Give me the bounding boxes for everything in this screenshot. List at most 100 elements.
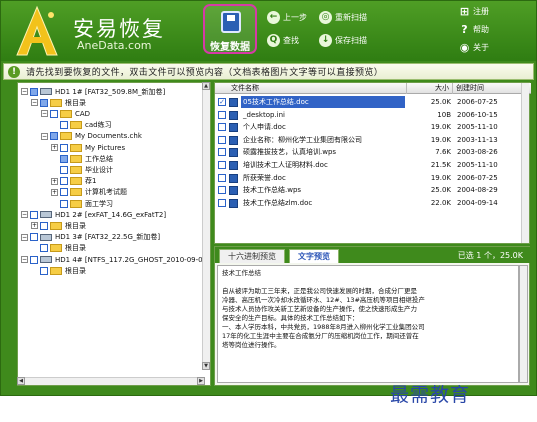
file-size: 21.5K bbox=[430, 161, 451, 169]
file-checkbox[interactable] bbox=[218, 186, 226, 195]
tree-node[interactable]: cad练习 bbox=[51, 120, 112, 131]
recover-data-label: 恢复数据 bbox=[210, 42, 250, 53]
file-row[interactable]: 个人申请.doc 19.0K 2005-11-10 bbox=[215, 121, 531, 133]
document-icon bbox=[229, 161, 238, 170]
file-checkbox[interactable] bbox=[218, 198, 226, 207]
tree-node[interactable]: + My Pictures bbox=[51, 142, 125, 153]
register-button[interactable]: ⊞ 注册 bbox=[459, 5, 489, 18]
message-text: 请先找到要恢复的文件，双击文件可以预览内容（文档表格图片文字等可以直接预览） bbox=[26, 68, 384, 78]
collapse-icon[interactable]: − bbox=[21, 88, 28, 95]
help-button[interactable]: ? 帮助 bbox=[459, 23, 489, 36]
tree-checkbox[interactable] bbox=[40, 244, 48, 253]
find-label: 查找 bbox=[283, 36, 299, 45]
file-checkbox[interactable] bbox=[218, 148, 226, 157]
tree-checkbox[interactable] bbox=[30, 255, 38, 264]
tree-checkbox[interactable] bbox=[40, 221, 48, 230]
expand-icon[interactable]: + bbox=[51, 177, 58, 185]
scroll-left-icon[interactable]: ◀ bbox=[17, 377, 25, 385]
file-checkbox[interactable] bbox=[218, 161, 226, 169]
tree-checkbox[interactable] bbox=[60, 121, 68, 130]
tree-checkbox[interactable] bbox=[60, 165, 68, 174]
expand-icon[interactable]: + bbox=[51, 144, 58, 151]
file-checkbox[interactable]: ✓ bbox=[218, 98, 226, 106]
preview-vertical-scrollbar[interactable] bbox=[519, 265, 528, 383]
file-size: 25.0K bbox=[430, 98, 451, 106]
preview-line: 技术工作总结 bbox=[222, 269, 261, 277]
tree-checkbox[interactable] bbox=[30, 210, 38, 219]
tree-checkbox[interactable] bbox=[30, 233, 38, 242]
tree-node[interactable]: − 根目录 bbox=[31, 97, 86, 108]
column-date-header[interactable]: 创建时间 bbox=[453, 83, 523, 94]
tree-checkbox[interactable] bbox=[50, 132, 58, 141]
tree-node[interactable]: + 根目录 bbox=[31, 220, 86, 231]
tree-node[interactable]: + 荐1 bbox=[51, 176, 96, 187]
tab-text-preview[interactable]: 文字预览 bbox=[289, 249, 339, 263]
expand-icon[interactable]: + bbox=[51, 188, 58, 196]
tree-checkbox[interactable] bbox=[60, 154, 68, 163]
collapse-icon[interactable]: − bbox=[21, 211, 28, 219]
column-size-header[interactable]: 大小 bbox=[407, 83, 453, 94]
tree-node-label: 计算机考试题 bbox=[85, 188, 127, 197]
tree-vertical-scrollbar[interactable]: ▲ ▼ bbox=[202, 82, 210, 370]
file-date: 2005-11-10 bbox=[457, 161, 498, 169]
tree-checkbox[interactable] bbox=[30, 87, 38, 96]
tree-checkbox[interactable] bbox=[60, 177, 68, 186]
tree-node[interactable]: − HD1 2# [exFAT_14.6G_exFatT2] bbox=[21, 209, 166, 220]
collapse-icon[interactable]: − bbox=[41, 110, 48, 118]
collapse-icon[interactable]: − bbox=[31, 99, 38, 107]
file-list-vertical-scrollbar[interactable] bbox=[521, 83, 529, 243]
file-size: 7.6K bbox=[435, 148, 451, 157]
save-scan-button[interactable]: ↓ 保存扫描 bbox=[319, 34, 367, 47]
tree-checkbox[interactable] bbox=[60, 188, 68, 197]
file-row[interactable]: 培训技术工人证明材料.doc 21.5K 2005-11-10 bbox=[215, 159, 531, 171]
collapse-icon[interactable]: − bbox=[21, 233, 28, 241]
tab-hex-preview[interactable]: 十六进制预览 bbox=[219, 249, 285, 263]
collapse-icon[interactable]: − bbox=[21, 256, 28, 263]
file-size: 10B bbox=[437, 110, 451, 119]
tree-checkbox[interactable] bbox=[60, 143, 68, 152]
expand-icon[interactable]: + bbox=[31, 222, 38, 230]
tree-node-label: HD1 3# [FAT32_22.5G_新加卷] bbox=[55, 233, 161, 242]
tree-node[interactable]: 面工学习 bbox=[51, 198, 113, 209]
file-date: 2003-08-26 bbox=[457, 148, 498, 157]
tree-checkbox[interactable] bbox=[40, 98, 48, 107]
file-checkbox[interactable] bbox=[218, 123, 226, 132]
scroll-right-icon[interactable]: ▶ bbox=[197, 377, 205, 385]
tree-checkbox[interactable] bbox=[60, 199, 68, 208]
tree-horizontal-scrollbar[interactable]: ◀ ▶ bbox=[17, 377, 205, 385]
file-row[interactable]: 硕露推拔技艺，认真培训.wps 7.6K 2003-08-26 bbox=[215, 146, 531, 158]
tree-checkbox[interactable] bbox=[40, 266, 48, 275]
file-row[interactable]: _desktop.ini 10B 2006-10-15 bbox=[215, 109, 531, 121]
rescan-button[interactable]: ◎ 重新扫描 bbox=[319, 11, 367, 24]
file-row[interactable]: 技术工作总结.wps 25.0K 2004-08-29 bbox=[215, 184, 531, 196]
tree-node[interactable]: − HD1 3# [FAT32_22.5G_新加卷] bbox=[21, 232, 160, 243]
scroll-down-icon[interactable]: ▼ bbox=[202, 362, 210, 370]
tree-node[interactable]: − My Documents.chk bbox=[41, 131, 142, 142]
preview-pane: 十六进制预览 文字预览 已选 1 个，25.0K 技术工作总结 自从被评为助工三年… bbox=[214, 246, 531, 386]
file-row[interactable]: 企业名称：柳州化学工业集团有限公司 19.0K 2003-11-13 bbox=[215, 134, 531, 146]
tree-node[interactable]: 根目录 bbox=[31, 243, 86, 254]
file-checkbox[interactable] bbox=[218, 173, 226, 182]
file-checkbox[interactable] bbox=[218, 110, 226, 119]
tree-node[interactable]: 毕业设计 bbox=[51, 164, 113, 175]
file-row[interactable]: 技术工作总结zlm.doc 22.0K 2004-09-14 bbox=[215, 197, 531, 209]
file-row[interactable]: ✓ 05技术工作总结.doc 25.0K 2006-07-25 bbox=[215, 96, 531, 108]
scroll-up-icon[interactable]: ▲ bbox=[202, 82, 210, 90]
tree-node[interactable]: 根目录 bbox=[31, 265, 86, 276]
about-button[interactable]: ◉ 关于 bbox=[459, 41, 489, 54]
tree-checkbox[interactable] bbox=[50, 109, 58, 118]
file-checkbox[interactable] bbox=[218, 135, 226, 144]
recover-data-button[interactable]: 恢复数据 bbox=[203, 4, 257, 54]
collapse-icon[interactable]: − bbox=[41, 132, 48, 140]
prev-step-button[interactable]: ← 上一步 bbox=[267, 11, 307, 24]
tree-node[interactable]: 工作总结 bbox=[51, 153, 113, 164]
find-button[interactable]: Q 查找 bbox=[267, 34, 299, 47]
column-name-header[interactable]: 文件名称 bbox=[215, 83, 407, 94]
tree-node[interactable]: + 计算机考试题 bbox=[51, 187, 127, 198]
save-scan-icon: ↓ bbox=[319, 34, 332, 47]
preview-text[interactable]: 技术工作总结 自从被评为助工三年来，正是我公司快速发展的时期，合成分厂更是 冷器、高… bbox=[217, 265, 519, 383]
tree-node[interactable]: − CAD bbox=[41, 108, 90, 119]
tree-node[interactable]: − HD1 1# [FAT32_509.8M_新加卷] bbox=[21, 86, 165, 97]
tree-node[interactable]: − HD1 4# [NTFS_117.2G_GHOST_2010-09-03] bbox=[21, 254, 204, 265]
file-row[interactable]: 所获荣誉.doc 19.0K 2006-07-25 bbox=[215, 172, 531, 184]
